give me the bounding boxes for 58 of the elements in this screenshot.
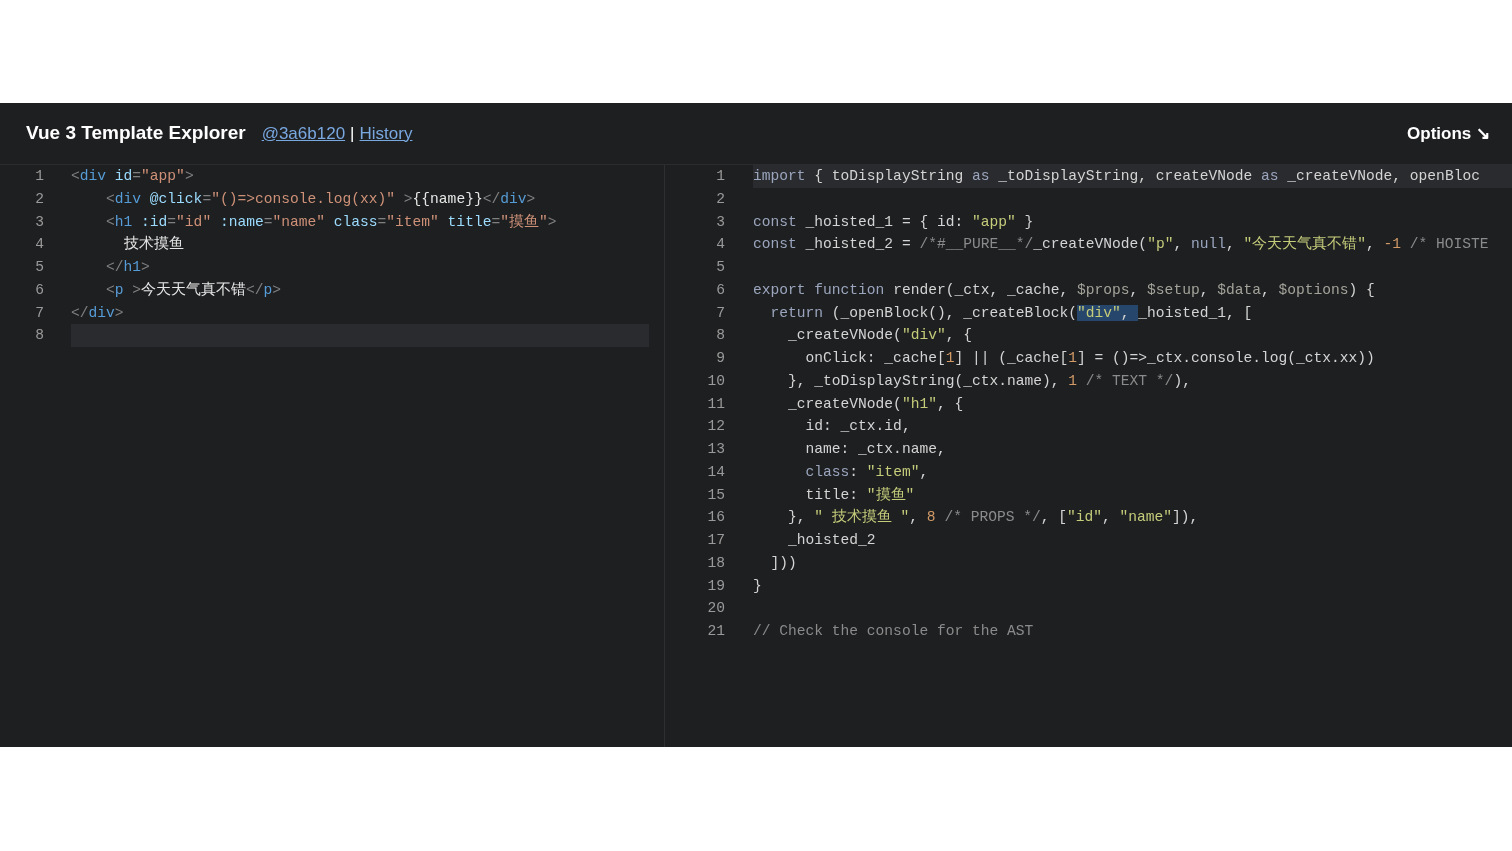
code-line: </h1> [105,258,151,277]
line-number: 12 [706,417,725,437]
code-line: <h1 :id="id" :name="name" class="item" title="摸鱼"> [105,212,558,232]
code-line: // Check the console for the AST [753,622,1035,641]
line-number: 3 [34,212,44,232]
code-line: <p >今天天气真不错</p> [105,280,283,300]
line-number: 13 [706,440,725,459]
code-line: return (_openBlock(), _createBlock("div", _hoisted_1, [ [769,303,1254,323]
code-line: </div> [71,303,125,323]
line-number: 7 [34,303,44,323]
code-line: <div @click="()=>console.log(xx)" >{{name}}</div> [105,189,537,209]
line-number: 11 [706,394,725,414]
code-line: 技术摸鱼 [122,234,185,255]
line-number: 2 [34,189,44,209]
line-number: 16 [706,508,725,528]
line-number: 4 [715,235,725,255]
line-number: 21 [706,622,725,641]
code-line: _createVNode("h1", { [787,394,965,414]
code-line: id: _ctx.id, [804,417,912,437]
line-number: 17 [706,531,725,550]
code-line: }, _toDisplayString(_ctx.name), 1 /* TEXT */), [787,371,1192,391]
line-number: 6 [34,280,44,300]
code-line: ])) [769,553,798,573]
line-number: 19 [706,576,725,596]
line-number: 7 [715,303,725,323]
code-line: } [753,576,763,596]
options-button[interactable]: Options ↘ [1407,118,1490,149]
line-number: 18 [706,553,725,573]
line-number: 8 [34,326,44,346]
history-link[interactable]: History [359,120,413,147]
code-line: export function render(_ctx, _cache, $props, $setup, $data, $options) { [753,280,1376,300]
code-line: name: _ctx.name, [804,440,947,459]
code-line: const _hoisted_2 = /*#__PURE__*/_createVNode("p", null, "今天天气真不错", -1 /* HOISTE [753,234,1490,255]
code-line: _createVNode("div", { [787,326,973,346]
line-number: 1 [715,167,725,186]
line-number: 14 [706,462,725,482]
line-number: 15 [706,485,725,505]
code-line: class: "item", [804,462,930,482]
line-number: 2 [715,189,725,209]
line-number: 3 [715,212,725,232]
line-number: 20 [706,599,725,619]
line-number: 8 [715,326,725,346]
commit-link[interactable]: @3a6b120 [261,120,346,147]
line-number: 6 [715,280,725,300]
separator: | [350,122,355,145]
line-number: 10 [706,371,725,391]
line-number: 9 [715,349,725,368]
code-line: onClick: _cache[1] || (_cache[1] = ()=>_ctx.console.log(_ctx.xx)) [804,349,1376,368]
line-number: 5 [34,258,44,277]
code-line: <div id="app"> [71,167,195,186]
code-line: }, " 技术摸鱼 ", 8 /* PROPS */, ["id", "name"]), [787,507,1200,528]
line-number: 4 [34,235,44,255]
line-number: 5 [715,258,725,277]
code-line: _hoisted_2 [787,531,877,550]
line-number: 1 [34,167,44,186]
app-title: Vue 3 Template Explorer [26,121,246,146]
code-line: title: "摸鱼" [804,485,916,505]
code-line: const _hoisted_1 = { id: "app" } [753,212,1035,232]
